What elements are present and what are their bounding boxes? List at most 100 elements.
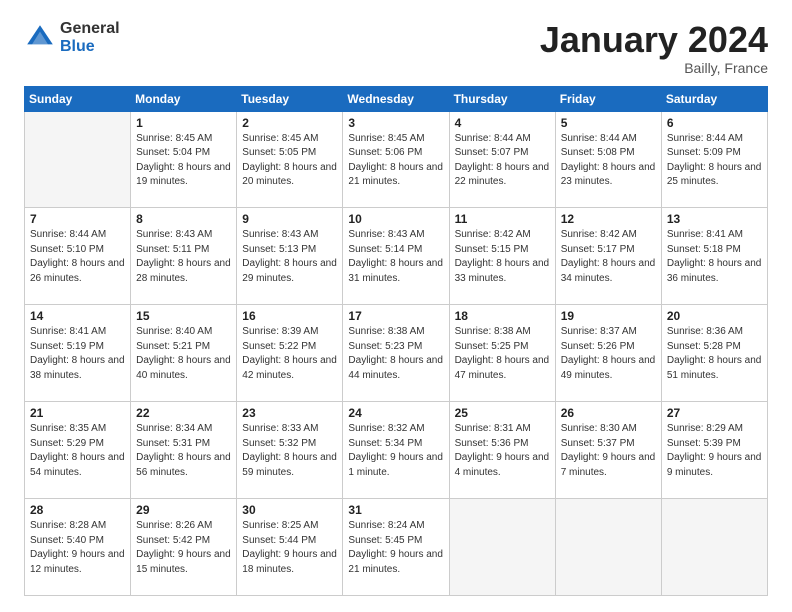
day-number-19: 19 (561, 309, 656, 323)
day-number-23: 23 (242, 406, 337, 420)
day-info-17: Sunrise: 8:38 AM Sunset: 5:23 PM Dayligh… (348, 325, 443, 383)
day-info-8: Sunrise: 8:43 AM Sunset: 5:11 PM Dayligh… (136, 228, 231, 286)
calendar-cell-w2-d4: 10 Sunrise: 8:43 AM Sunset: 5:14 PM Dayli… (343, 208, 449, 305)
day-info-12: Sunrise: 8:42 AM Sunset: 5:17 PM Dayligh… (561, 228, 656, 286)
calendar-cell-w4-d2: 22 Sunrise: 8:34 AM Sunset: 5:31 PM Dayli… (131, 402, 237, 499)
day-info-30: Sunrise: 8:25 AM Sunset: 5:44 PM Dayligh… (242, 519, 337, 577)
day-number-9: 9 (242, 212, 337, 226)
day-info-25: Sunrise: 8:31 AM Sunset: 5:36 PM Dayligh… (455, 422, 550, 480)
day-info-22: Sunrise: 8:34 AM Sunset: 5:31 PM Dayligh… (136, 422, 231, 480)
day-number-7: 7 (30, 212, 125, 226)
header-friday: Friday (555, 86, 661, 111)
day-info-13: Sunrise: 8:41 AM Sunset: 5:18 PM Dayligh… (667, 228, 762, 286)
day-info-19: Sunrise: 8:37 AM Sunset: 5:26 PM Dayligh… (561, 325, 656, 383)
calendar-cell-w2-d3: 9 Sunrise: 8:43 AM Sunset: 5:13 PM Daylig… (237, 208, 343, 305)
day-info-18: Sunrise: 8:38 AM Sunset: 5:25 PM Dayligh… (455, 325, 550, 383)
day-info-10: Sunrise: 8:43 AM Sunset: 5:14 PM Dayligh… (348, 228, 443, 286)
day-number-26: 26 (561, 406, 656, 420)
day-info-31: Sunrise: 8:24 AM Sunset: 5:45 PM Dayligh… (348, 519, 443, 577)
title-block: January 2024 Bailly, France (540, 20, 768, 76)
day-info-14: Sunrise: 8:41 AM Sunset: 5:19 PM Dayligh… (30, 325, 125, 383)
day-number-18: 18 (455, 309, 550, 323)
calendar-cell-w3-d1: 14 Sunrise: 8:41 AM Sunset: 5:19 PM Dayli… (25, 305, 131, 402)
day-number-8: 8 (136, 212, 231, 226)
day-info-21: Sunrise: 8:35 AM Sunset: 5:29 PM Dayligh… (30, 422, 125, 480)
day-info-2: Sunrise: 8:45 AM Sunset: 5:05 PM Dayligh… (242, 132, 337, 190)
month-title: January 2024 (540, 20, 768, 60)
day-number-3: 3 (348, 116, 443, 130)
calendar-week-3: 14 Sunrise: 8:41 AM Sunset: 5:19 PM Dayli… (25, 305, 768, 402)
calendar-cell-w3-d3: 16 Sunrise: 8:39 AM Sunset: 5:22 PM Dayli… (237, 305, 343, 402)
day-number-14: 14 (30, 309, 125, 323)
day-info-6: Sunrise: 8:44 AM Sunset: 5:09 PM Dayligh… (667, 132, 762, 190)
day-info-11: Sunrise: 8:42 AM Sunset: 5:15 PM Dayligh… (455, 228, 550, 286)
calendar-week-4: 21Sunrise: 8:35 AM Sunset: 5:29 PM Dayli… (25, 402, 768, 499)
day-info-4: Sunrise: 8:44 AM Sunset: 5:07 PM Dayligh… (455, 132, 550, 190)
day-number-20: 20 (667, 309, 762, 323)
day-info-7: Sunrise: 8:44 AM Sunset: 5:10 PM Dayligh… (30, 228, 125, 286)
calendar-cell-w5-d1: 28Sunrise: 8:28 AM Sunset: 5:40 PM Dayli… (25, 499, 131, 596)
calendar-cell-w5-d3: 30 Sunrise: 8:25 AM Sunset: 5:44 PM Dayli… (237, 499, 343, 596)
calendar-week-2: 7 Sunrise: 8:44 AM Sunset: 5:10 PM Daylig… (25, 208, 768, 305)
calendar-cell-w4-d5: 25 Sunrise: 8:31 AM Sunset: 5:36 PM Dayli… (449, 402, 555, 499)
calendar-cell-w5-d7 (661, 499, 767, 596)
header-saturday: Saturday (661, 86, 767, 111)
day-number-16: 16 (242, 309, 337, 323)
day-number-15: 15 (136, 309, 231, 323)
calendar-cell-w4-d1: 21Sunrise: 8:35 AM Sunset: 5:29 PM Dayli… (25, 402, 131, 499)
day-number-31: 31 (348, 503, 443, 517)
day-info-3: Sunrise: 8:45 AM Sunset: 5:06 PM Dayligh… (348, 132, 443, 190)
day-info-15: Sunrise: 8:40 AM Sunset: 5:21 PM Dayligh… (136, 325, 231, 383)
calendar-cell-w1-d7: 6 Sunrise: 8:44 AM Sunset: 5:09 PM Daylig… (661, 111, 767, 208)
calendar-cell-w1-d2: 1Sunrise: 8:45 AM Sunset: 5:04 PM Daylig… (131, 111, 237, 208)
calendar-cell-w1-d6: 5 Sunrise: 8:44 AM Sunset: 5:08 PM Daylig… (555, 111, 661, 208)
calendar-cell-w4-d3: 23Sunrise: 8:33 AM Sunset: 5:32 PM Dayli… (237, 402, 343, 499)
day-info-20: Sunrise: 8:36 AM Sunset: 5:28 PM Dayligh… (667, 325, 762, 383)
day-number-25: 25 (455, 406, 550, 420)
calendar-week-1: 1Sunrise: 8:45 AM Sunset: 5:04 PM Daylig… (25, 111, 768, 208)
header-wednesday: Wednesday (343, 86, 449, 111)
calendar-cell-w5-d2: 29Sunrise: 8:26 AM Sunset: 5:42 PM Dayli… (131, 499, 237, 596)
calendar-cell-w4-d4: 24 Sunrise: 8:32 AM Sunset: 5:34 PM Dayli… (343, 402, 449, 499)
day-info-16: Sunrise: 8:39 AM Sunset: 5:22 PM Dayligh… (242, 325, 337, 383)
calendar-cell-w5-d6 (555, 499, 661, 596)
day-number-24: 24 (348, 406, 443, 420)
day-info-27: Sunrise: 8:29 AM Sunset: 5:39 PM Dayligh… (667, 422, 762, 480)
calendar-cell-w2-d6: 12 Sunrise: 8:42 AM Sunset: 5:17 PM Dayli… (555, 208, 661, 305)
header: General Blue January 2024 Bailly, France (24, 20, 768, 76)
calendar-cell-w5-d4: 31 Sunrise: 8:24 AM Sunset: 5:45 PM Dayli… (343, 499, 449, 596)
calendar-cell-w2-d2: 8 Sunrise: 8:43 AM Sunset: 5:11 PM Daylig… (131, 208, 237, 305)
day-number-10: 10 (348, 212, 443, 226)
day-number-6: 6 (667, 116, 762, 130)
day-number-11: 11 (455, 212, 550, 226)
logo-text: General Blue (60, 20, 120, 55)
calendar-cell-w1-d4: 3 Sunrise: 8:45 AM Sunset: 5:06 PM Daylig… (343, 111, 449, 208)
calendar-cell-w1-d3: 2Sunrise: 8:45 AM Sunset: 5:05 PM Daylig… (237, 111, 343, 208)
day-number-12: 12 (561, 212, 656, 226)
day-info-28: Sunrise: 8:28 AM Sunset: 5:40 PM Dayligh… (30, 519, 125, 577)
calendar-cell-w4-d6: 26Sunrise: 8:30 AM Sunset: 5:37 PM Dayli… (555, 402, 661, 499)
calendar-cell-w3-d7: 20 Sunrise: 8:36 AM Sunset: 5:28 PM Dayli… (661, 305, 767, 402)
header-sunday: Sunday (25, 86, 131, 111)
calendar-cell-w2-d5: 11 Sunrise: 8:42 AM Sunset: 5:15 PM Dayli… (449, 208, 555, 305)
header-thursday: Thursday (449, 86, 555, 111)
day-number-30: 30 (242, 503, 337, 517)
day-number-4: 4 (455, 116, 550, 130)
logo-icon (24, 22, 56, 54)
calendar-cell-w3-d6: 19 Sunrise: 8:37 AM Sunset: 5:26 PM Dayli… (555, 305, 661, 402)
calendar-cell-w5-d5 (449, 499, 555, 596)
day-number-13: 13 (667, 212, 762, 226)
day-info-5: Sunrise: 8:44 AM Sunset: 5:08 PM Dayligh… (561, 132, 656, 190)
calendar-cell-w1-d5: 4 Sunrise: 8:44 AM Sunset: 5:07 PM Daylig… (449, 111, 555, 208)
location-subtitle: Bailly, France (540, 60, 768, 76)
day-number-27: 27 (667, 406, 762, 420)
day-number-5: 5 (561, 116, 656, 130)
calendar-cell-w3-d4: 17Sunrise: 8:38 AM Sunset: 5:23 PM Dayli… (343, 305, 449, 402)
day-info-24: Sunrise: 8:32 AM Sunset: 5:34 PM Dayligh… (348, 422, 443, 480)
day-number-22: 22 (136, 406, 231, 420)
calendar-header-row: Sunday Monday Tuesday Wednesday Thursday… (25, 86, 768, 111)
logo-blue-text: Blue (60, 38, 120, 56)
day-info-29: Sunrise: 8:26 AM Sunset: 5:42 PM Dayligh… (136, 519, 231, 577)
day-info-9: Sunrise: 8:43 AM Sunset: 5:13 PM Dayligh… (242, 228, 337, 286)
page: General Blue January 2024 Bailly, France… (0, 0, 792, 612)
